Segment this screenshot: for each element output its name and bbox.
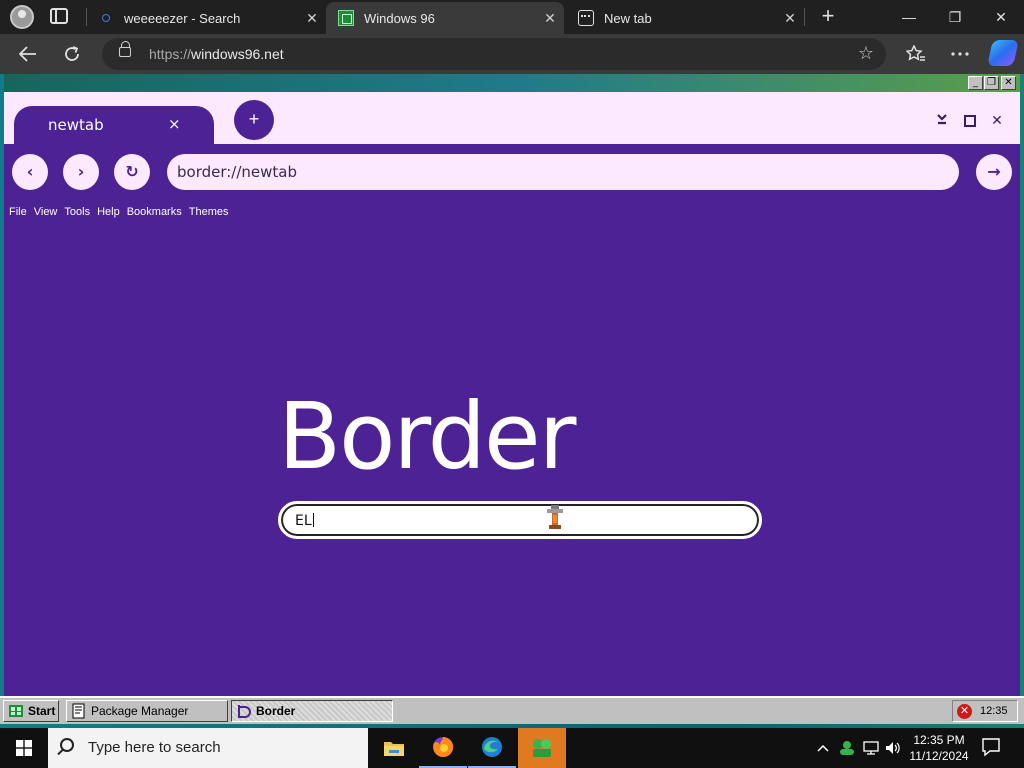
package-manager-icon [72, 703, 85, 719]
search-icon [60, 738, 74, 752]
new-tab-button[interactable]: + [816, 4, 840, 28]
close-tab-icon[interactable]: ✕ [536, 10, 564, 27]
search-icon [102, 14, 110, 22]
edge-tab-title: weeeeezer - Search [124, 10, 241, 26]
w96-start-icon [9, 705, 23, 717]
edge-tab-search[interactable]: weeeeezer - Search ✕ [88, 2, 326, 34]
w96-start-button[interactable]: Start [3, 700, 59, 722]
border-menu-bar: File View Tools Help Bookmarks Themes [4, 206, 230, 222]
w96-system-tray: ✕ 12:35 [952, 700, 1018, 722]
window-titlebar[interactable]: _ ❐ ✕ [4, 74, 1020, 92]
w96-task-border[interactable]: Border [231, 700, 393, 722]
menu-themes[interactable]: Themes [189, 206, 229, 222]
minimize-icon[interactable] [933, 112, 951, 130]
taskbar-search-box[interactable]: Type here to search [48, 728, 368, 768]
windows96-desktop: _ ❐ ✕ newtab × + ✕ ‹ › ↻ border://newtab… [0, 74, 1024, 728]
go-button[interactable]: → [976, 154, 1012, 190]
edge-tab-newtab[interactable]: New tab ✕ [566, 2, 804, 34]
minimize-button[interactable]: — [886, 0, 932, 34]
windows-logo-icon [16, 740, 32, 756]
address-bar[interactable]: https://windows96.net ☆ [102, 38, 886, 70]
w96-minimize-icon[interactable]: _ [968, 76, 983, 90]
edge-tab-title: Windows 96 [364, 10, 435, 26]
favorites-star-icon[interactable]: ☆ [858, 43, 874, 64]
w96-maximize-icon[interactable]: ❐ [984, 76, 999, 90]
w96-close-icon[interactable]: ✕ [1001, 76, 1016, 90]
border-tab-newtab[interactable]: newtab × [14, 106, 214, 144]
forward-button[interactable]: › [63, 154, 99, 190]
search-input-value: EL [295, 513, 312, 529]
firefox-icon[interactable] [419, 728, 467, 768]
back-icon[interactable] [14, 40, 42, 68]
start-label: Start [28, 704, 56, 718]
network-icon[interactable] [860, 728, 882, 768]
windows96-icon [338, 10, 354, 26]
refresh-icon[interactable] [58, 40, 86, 68]
edge-tab-strip: weeeeezer - Search ✕ Windows 96 ✕ New ta… [0, 0, 1024, 34]
border-browser-window: _ ❐ ✕ newtab × + ✕ ‹ › ↻ border://newtab… [4, 74, 1020, 696]
address-url: https://windows96.net [149, 46, 284, 62]
border-logo: Border [278, 392, 579, 472]
tab-label: newtab [48, 116, 104, 134]
windows-taskbar: Type here to search 12:35 PM 11/12/2024 [0, 728, 1024, 768]
border-logo-text: Border [278, 392, 577, 472]
notification-center-icon[interactable] [980, 736, 1002, 758]
clock-date: 11/12/2024 [909, 749, 969, 763]
w96-clock: 12:35 [980, 705, 1008, 717]
border-app-icon [238, 705, 251, 718]
w96-taskbar: Start Package Manager Border ✕ 12:35 [0, 696, 1024, 724]
tab-actions-icon[interactable] [50, 8, 68, 24]
search-placeholder: Type here to search [88, 739, 221, 756]
people-icon[interactable] [836, 728, 858, 768]
taskbar-clock[interactable]: 12:35 PM 11/12/2024 [906, 732, 972, 764]
show-hidden-icons[interactable] [812, 728, 834, 768]
w96-task-package-manager[interactable]: Package Manager [66, 700, 228, 722]
cursor-character-icon [547, 505, 563, 529]
close-tab-icon[interactable]: × [168, 115, 181, 133]
menu-bookmarks[interactable]: Bookmarks [127, 206, 182, 222]
clock-time: 12:35 PM [913, 733, 965, 747]
collections-icon[interactable] [902, 40, 930, 68]
close-window-button[interactable]: ✕ [978, 0, 1024, 34]
menu-file[interactable]: File [9, 206, 27, 222]
close-tab-icon[interactable]: ✕ [776, 10, 804, 27]
edge-icon[interactable] [468, 728, 516, 768]
text-caret [312, 513, 314, 527]
profile-avatar-icon[interactable] [10, 5, 34, 29]
windows96-app-icon[interactable] [518, 728, 566, 768]
newtab-search-input[interactable]: EL [278, 501, 762, 539]
menu-view[interactable]: View [34, 206, 58, 222]
windows-start-button[interactable] [0, 728, 48, 768]
lock-icon[interactable] [119, 41, 131, 57]
close-icon[interactable]: ✕ [988, 112, 1006, 130]
file-explorer-icon[interactable] [370, 728, 418, 768]
task-label: Package Manager [91, 704, 189, 718]
volume-icon[interactable] [882, 728, 904, 768]
more-icon[interactable] [946, 40, 974, 68]
url-input[interactable]: border://newtab [167, 154, 959, 190]
newtab-icon [578, 10, 594, 26]
add-tab-button[interactable]: + [234, 100, 274, 140]
border-tab-bar: newtab × + ✕ [4, 92, 1020, 144]
menu-tools[interactable]: Tools [64, 206, 90, 222]
tab-separator [804, 8, 805, 26]
edge-toolbar: https://windows96.net ☆ [0, 34, 1024, 74]
edge-tab-windows96[interactable]: Windows 96 ✕ [326, 2, 564, 34]
close-tab-icon[interactable]: ✕ [298, 10, 326, 27]
maximize-icon[interactable] [960, 112, 978, 130]
border-nav-bar: ‹ › ↻ border://newtab → [4, 144, 1020, 200]
reload-button[interactable]: ↻ [114, 154, 150, 190]
menu-help[interactable]: Help [97, 206, 120, 222]
tab-separator [86, 8, 87, 26]
back-button[interactable]: ‹ [12, 154, 48, 190]
screen: weeeeezer - Search ✕ Windows 96 ✕ New ta… [0, 0, 1024, 768]
task-label: Border [256, 704, 296, 718]
error-icon[interactable]: ✕ [957, 703, 972, 719]
edge-tab-title: New tab [604, 10, 652, 26]
restore-button[interactable]: ❐ [932, 0, 978, 34]
